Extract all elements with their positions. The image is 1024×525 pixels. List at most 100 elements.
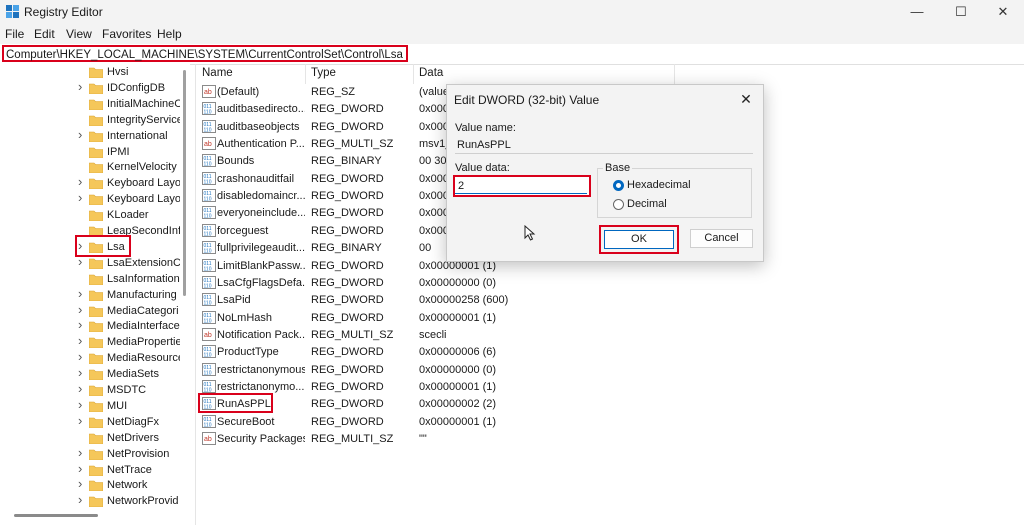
tree-item-label[interactable]: MSDTC — [107, 384, 180, 396]
tree-item-label[interactable]: LsaExtensionCo — [107, 257, 180, 269]
tree-item-label[interactable]: InitialMachineC — [107, 98, 180, 110]
expand-chevron-icon[interactable]: › — [78, 333, 82, 348]
tree-item[interactable]: › Keyboard Layo — [0, 190, 180, 208]
menu-help[interactable]: Help — [157, 27, 182, 41]
value-row[interactable]: 011 110 NoLmHash REG_DWORD 0x00000001 (1) — [196, 310, 1024, 327]
tree-item-label[interactable]: LsaInformation — [107, 273, 180, 285]
column-separator[interactable] — [305, 64, 306, 84]
menu-favorites[interactable]: Favorites — [102, 27, 151, 41]
tree-item[interactable]: › MUI — [0, 397, 180, 415]
tree-item[interactable]: LsaInformation — [0, 272, 180, 288]
tree-item-label[interactable]: IntegrityService — [107, 114, 180, 126]
tree-item-label[interactable]: NetDrivers — [107, 432, 180, 444]
tree-horizontal-scrollbar[interactable] — [14, 514, 98, 517]
tree-item-label[interactable]: IDConfigDB — [107, 82, 180, 94]
column-header-data[interactable]: Data — [419, 67, 443, 79]
minimize-button[interactable]: — — [898, 2, 936, 22]
tree-item[interactable]: › MediaResource — [0, 349, 180, 367]
expand-chevron-icon[interactable]: › — [78, 286, 82, 301]
value-row[interactable]: 011 110 RunAsPPL REG_DWORD 0x00000002 (2) — [196, 396, 1024, 413]
maximize-button[interactable]: ☐ — [942, 2, 980, 22]
expand-chevron-icon[interactable]: › — [78, 413, 82, 428]
expand-chevron-icon[interactable]: › — [78, 317, 82, 332]
tree-item[interactable]: IPMI — [0, 145, 180, 161]
expand-chevron-icon[interactable]: › — [78, 365, 82, 380]
value-row[interactable]: 011 110 LsaCfgFlagsDefa... REG_DWORD 0x00000… — [196, 275, 1024, 292]
dialog-close-button[interactable]: ✕ — [737, 90, 755, 108]
column-header-name[interactable]: Name — [202, 67, 233, 79]
tree-item[interactable]: InitialMachineC — [0, 97, 180, 113]
tree-item[interactable]: IntegrityService — [0, 113, 180, 129]
hexadecimal-radio[interactable] — [613, 180, 624, 191]
expand-chevron-icon[interactable]: › — [78, 127, 82, 142]
value-row[interactable]: ab Security Packages REG_MULTI_SZ "" — [196, 431, 1024, 448]
tree-item-label[interactable]: International — [107, 130, 180, 142]
close-window-button[interactable]: ✕ — [984, 2, 1022, 22]
tree-item-label[interactable]: MediaSets — [107, 368, 180, 380]
tree-item[interactable]: KLoader — [0, 208, 180, 224]
menu-view[interactable]: View — [66, 27, 92, 41]
tree-item[interactable]: Hvsi — [0, 65, 180, 81]
tree-item-label[interactable]: Hvsi — [107, 66, 180, 78]
expand-chevron-icon[interactable]: › — [78, 174, 82, 189]
tree-item-label[interactable]: NetTrace — [107, 464, 180, 476]
tree-item-label[interactable]: Network — [107, 479, 180, 491]
expand-chevron-icon[interactable]: › — [78, 79, 82, 94]
tree-item[interactable]: › MediaInterface — [0, 317, 180, 335]
expand-chevron-icon[interactable]: › — [78, 476, 82, 491]
value-row[interactable]: 011 110 restrictanonymous REG_DWORD 0x000000… — [196, 362, 1024, 379]
tree-item-label[interactable]: NetDiagFx — [107, 416, 180, 428]
tree-item-label[interactable]: MediaResource — [107, 352, 180, 364]
tree-item-label[interactable]: MediaCategori — [107, 305, 180, 317]
value-row[interactable]: ab Notification Pack... REG_MULTI_SZ scecli — [196, 327, 1024, 344]
expand-chevron-icon[interactable]: › — [78, 349, 82, 364]
column-separator[interactable] — [413, 64, 414, 84]
expand-chevron-icon[interactable]: › — [78, 445, 82, 460]
tree-vertical-scrollbar[interactable] — [183, 70, 186, 296]
tree-item[interactable]: › International — [0, 127, 180, 145]
address-path[interactable]: Computer\HKEY_LOCAL_MACHINE\SYSTEM\Curre… — [2, 45, 408, 62]
tree-item[interactable]: › MediaPropertie — [0, 333, 180, 351]
tree-item[interactable]: › IDConfigDB — [0, 79, 180, 97]
tree-item-label[interactable]: IPMI — [107, 146, 180, 158]
tree-item[interactable]: › Keyboard Layo — [0, 174, 180, 192]
value-row[interactable]: 011 110 ProductType REG_DWORD 0x00000006 (6) — [196, 344, 1024, 361]
column-separator[interactable] — [674, 64, 675, 84]
tree-item-label[interactable]: NetworkProvid — [107, 495, 180, 507]
expand-chevron-icon[interactable]: › — [78, 397, 82, 412]
tree-item-label[interactable]: KLoader — [107, 209, 180, 221]
tree-item-label[interactable]: NetProvision — [107, 448, 180, 460]
tree-item-label[interactable]: Keyboard Layo — [107, 177, 180, 189]
cancel-button[interactable]: Cancel — [690, 229, 753, 248]
menu-edit[interactable]: Edit — [34, 27, 55, 41]
expand-chevron-icon[interactable]: › — [78, 190, 82, 205]
value-row[interactable]: 011 110 restrictanonymo... REG_DWORD 0x00000… — [196, 379, 1024, 396]
expand-chevron-icon[interactable]: › — [78, 302, 82, 317]
expand-chevron-icon[interactable]: › — [78, 492, 82, 507]
decimal-label[interactable]: Decimal — [627, 198, 667, 210]
tree-item-label[interactable]: MediaPropertie — [107, 336, 180, 348]
value-row[interactable]: 011 110 LsaPid REG_DWORD 0x00000258 (600) — [196, 292, 1024, 309]
expand-chevron-icon[interactable]: › — [78, 461, 82, 476]
tree-item[interactable]: › MediaCategori — [0, 302, 180, 320]
tree-item[interactable]: › LsaExtensionCo — [0, 254, 180, 272]
tree-item-label[interactable]: Keyboard Layo — [107, 193, 180, 205]
tree-item-label[interactable]: KernelVelocity — [107, 161, 180, 173]
key-tree-pane[interactable]: Hvsi › IDConfigDB InitialMachineC IntegrityS… — [0, 64, 190, 512]
address-bar[interactable]: Computer\HKEY_LOCAL_MACHINE\SYSTEM\Curre… — [0, 44, 1024, 65]
tree-item-label[interactable]: MUI — [107, 400, 180, 412]
tree-item[interactable]: › NetProvision — [0, 445, 180, 463]
hexadecimal-label[interactable]: Hexadecimal — [627, 179, 691, 191]
column-header-type[interactable]: Type — [311, 67, 336, 79]
tree-item[interactable]: › NetworkProvid — [0, 492, 180, 510]
tree-item-label[interactable]: MediaInterface — [107, 320, 180, 332]
tree-item[interactable]: › Manufacturing — [0, 286, 180, 304]
ok-button[interactable]: OK — [604, 230, 674, 249]
menu-file[interactable]: File — [5, 27, 24, 41]
expand-chevron-icon[interactable]: › — [78, 381, 82, 396]
tree-item[interactable]: NetDrivers — [0, 431, 180, 447]
tree-item[interactable]: › NetDiagFx — [0, 413, 180, 431]
tree-item[interactable]: KernelVelocity — [0, 160, 180, 176]
tree-item[interactable]: › MediaSets — [0, 365, 180, 383]
tree-item[interactable]: › Network — [0, 476, 180, 494]
